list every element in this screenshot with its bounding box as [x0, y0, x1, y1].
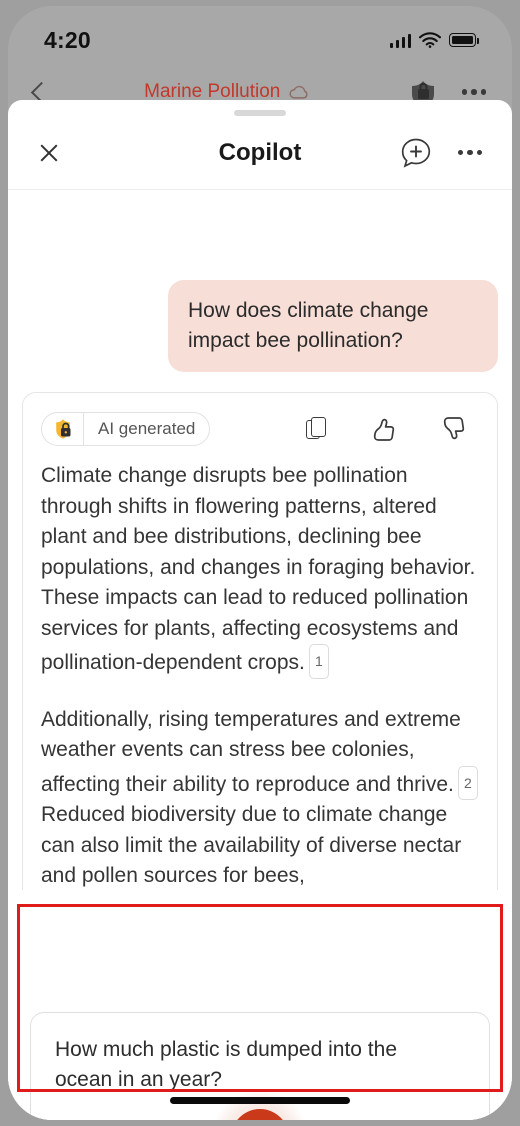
send-button[interactable]	[431, 1117, 467, 1120]
close-icon[interactable]	[38, 142, 60, 164]
shield-lock-icon	[42, 413, 84, 445]
thumbs-down-icon[interactable]	[441, 416, 467, 442]
new-chat-plus-icon[interactable]	[400, 137, 432, 169]
citation-chip-2[interactable]: 2	[457, 765, 478, 800]
battery-full-icon	[449, 33, 479, 47]
citation-chip-1[interactable]: 1	[308, 644, 329, 679]
copilot-sheet: Copilot How does climate change impact b…	[8, 100, 512, 1120]
phone-frame: 4:20 Marine Pollution Copilot How does c…	[8, 6, 512, 1120]
ai-generated-label: AI generated	[98, 419, 196, 438]
user-message-bubble: How does climate change impact bee polli…	[168, 280, 498, 372]
thumbs-up-icon[interactable]	[371, 416, 397, 442]
composer-input-text[interactable]: How much plastic is dumped into the ocea…	[55, 1035, 415, 1095]
cloud-sync-icon	[289, 85, 308, 99]
wifi-icon	[419, 32, 441, 48]
more-horizontal-icon[interactable]	[461, 89, 486, 95]
sheet-header: Copilot	[8, 116, 512, 190]
answer-paragraph-2a-text: Additionally, rising temperatures and ex…	[41, 707, 461, 796]
status-icons	[389, 32, 479, 48]
status-time: 4:20	[44, 26, 91, 53]
home-indicator	[170, 1097, 350, 1104]
phone-screenshot: 4:20 Marine Pollution Copilot How does c…	[0, 0, 520, 1126]
answer-paragraph-2b-text: Reduced biodiversity due to climate chan…	[41, 803, 462, 887]
copy-icon[interactable]	[306, 417, 327, 441]
assistant-answer-card: AI generated Climate change disrupts bee…	[22, 392, 498, 890]
answer-toolbar: AI generated	[41, 411, 479, 447]
send-arrow-icon	[432, 1118, 466, 1120]
sheet-header-actions	[400, 137, 482, 169]
answer-action-icons	[306, 416, 479, 442]
answer-paragraph-2: Additionally, rising temperatures and ex…	[41, 705, 479, 891]
ai-generated-badge: AI generated	[41, 412, 211, 446]
more-horizontal-icon[interactable]	[457, 149, 482, 156]
microphone-button-wrap	[212, 1090, 308, 1120]
answer-paragraph-1-text: Climate change disrupts bee pollination …	[41, 464, 476, 674]
answer-paragraph-1: Climate change disrupts bee pollination …	[41, 461, 479, 679]
user-message-row: How does climate change impact bee polli…	[22, 264, 498, 372]
conversation-scroll[interactable]: How does climate change impact bee polli…	[8, 264, 512, 890]
status-bar: 4:20	[8, 22, 512, 58]
cellular-signal-icon	[389, 33, 411, 48]
